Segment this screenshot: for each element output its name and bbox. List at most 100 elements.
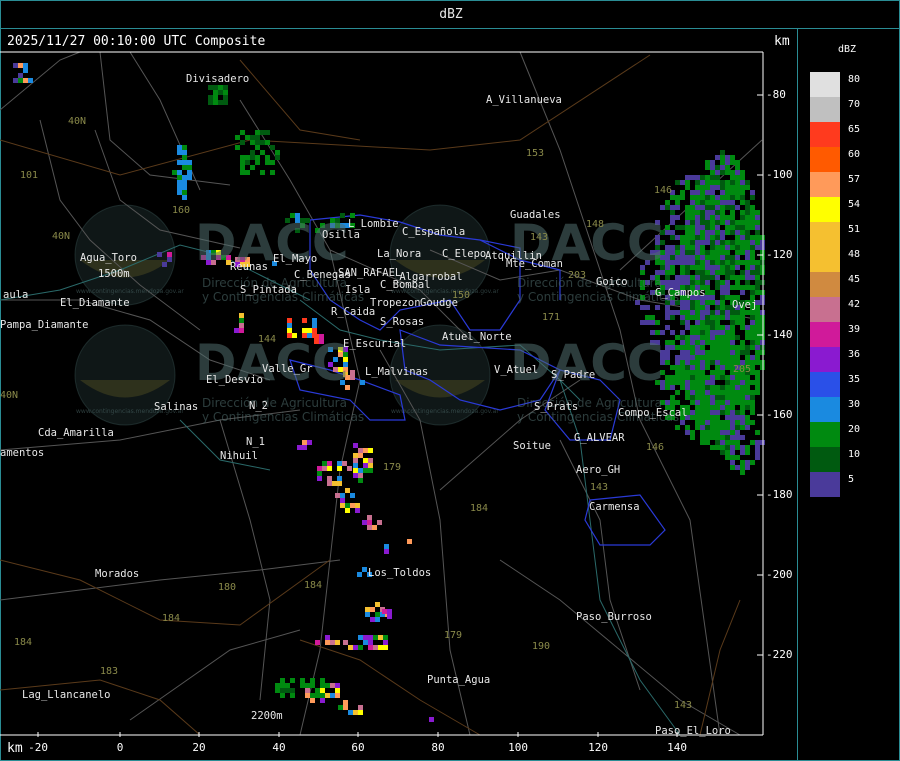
echo-cell <box>695 425 700 430</box>
echo-cell <box>745 275 750 280</box>
echo-cell <box>735 205 740 210</box>
echo-cell <box>735 225 740 230</box>
echo-cell <box>680 330 685 335</box>
echo-cell <box>715 195 720 200</box>
echo-cell <box>715 370 720 375</box>
echo-cell <box>730 405 735 410</box>
echo-cell <box>710 180 715 185</box>
echo-cell <box>680 300 685 305</box>
echo-cell <box>745 420 750 425</box>
echo-cell <box>690 250 695 255</box>
echo-cell <box>368 645 373 650</box>
echo-cell <box>358 468 363 473</box>
echo-cell <box>705 280 710 285</box>
echo-cell <box>710 260 715 265</box>
echo-cell <box>680 260 685 265</box>
echo-cell <box>218 90 223 95</box>
echo-cell <box>740 225 745 230</box>
place-label-soitue: Soitue <box>513 440 551 452</box>
place-label-g-campos: G_Campos <box>655 287 706 299</box>
echo-cell <box>750 210 755 215</box>
echo-cell <box>750 320 755 325</box>
echo-cell <box>705 350 710 355</box>
echo-cell <box>690 240 695 245</box>
echo-cell <box>730 385 735 390</box>
echo-cell <box>670 365 675 370</box>
echo-cell <box>725 190 730 195</box>
echo-cell <box>740 390 745 395</box>
echo-cell <box>745 460 750 465</box>
echo-cell <box>730 340 735 345</box>
echo-cell <box>720 210 725 215</box>
route-label-r143a: 143 <box>530 232 549 243</box>
echo-cell <box>255 160 260 165</box>
echo-cell <box>755 235 760 240</box>
echo-cell <box>685 345 690 350</box>
echo-cell <box>358 635 363 640</box>
echo-cell <box>700 385 705 390</box>
watermark-url: www.contingencias.mendoza.gov.ar <box>76 288 184 295</box>
echo-cell <box>710 295 715 300</box>
axis-y-label--180: -180 <box>766 488 793 501</box>
legend-swatch-35 <box>810 372 840 397</box>
place-label-reunas: Reunas <box>230 261 268 273</box>
echo-cell <box>690 315 695 320</box>
radar-map[interactable] <box>0 0 798 761</box>
echo-cell <box>665 260 670 265</box>
echo-cell <box>335 683 340 688</box>
echo-cell <box>685 220 690 225</box>
echo-cell <box>715 420 720 425</box>
echo-cell <box>720 170 725 175</box>
echo-cell <box>685 425 690 430</box>
echo-cell <box>685 280 690 285</box>
place-label-nihuil: Nihuil <box>220 450 258 462</box>
echo-cell <box>280 688 285 693</box>
echo-cell <box>182 180 187 185</box>
echo-cell <box>690 370 695 375</box>
echo-cell <box>725 230 730 235</box>
echo-cell <box>750 245 755 250</box>
echo-cell <box>710 360 715 365</box>
echo-cell <box>735 195 740 200</box>
echo-cell <box>720 165 725 170</box>
echo-cell <box>720 200 725 205</box>
echo-cell <box>695 200 700 205</box>
echo-cell <box>700 380 705 385</box>
echo-cell <box>735 385 740 390</box>
echo-cell <box>740 405 745 410</box>
echo-cell <box>745 385 750 390</box>
echo-cell <box>670 235 675 240</box>
echo-cell <box>720 360 725 365</box>
echo-cell <box>358 710 363 715</box>
echo-cell <box>750 400 755 405</box>
echo-cell <box>665 400 670 405</box>
echo-cell <box>705 185 710 190</box>
place-label-valle-gr: Valle_Gr <box>262 363 313 375</box>
axis-y-label--140: -140 <box>766 328 793 341</box>
echo-cell <box>700 235 705 240</box>
echo-cell <box>730 210 735 215</box>
echo-cell <box>348 710 353 715</box>
echo-cell <box>710 225 715 230</box>
echo-cell <box>730 390 735 395</box>
legend-swatch-10 <box>810 447 840 472</box>
echo-cell <box>745 235 750 240</box>
place-label-n-2: N_2 <box>249 400 268 412</box>
echo-cell <box>735 285 740 290</box>
echo-cell <box>725 265 730 270</box>
echo-cell <box>177 150 182 155</box>
echo-cell <box>745 270 750 275</box>
echo-cell <box>700 345 705 350</box>
echo-cell <box>700 240 705 245</box>
echo-cell <box>725 375 730 380</box>
echo-cell <box>675 195 680 200</box>
echo-cell <box>665 315 670 320</box>
echo-cell <box>675 390 680 395</box>
echo-cell <box>705 355 710 360</box>
echo-cell <box>23 68 28 73</box>
route-label-r184c: 184 <box>162 613 181 624</box>
echo-cell <box>670 375 675 380</box>
echo-cell <box>705 315 710 320</box>
axis-x-label-120: 120 <box>588 741 608 754</box>
echo-cell <box>755 225 760 230</box>
